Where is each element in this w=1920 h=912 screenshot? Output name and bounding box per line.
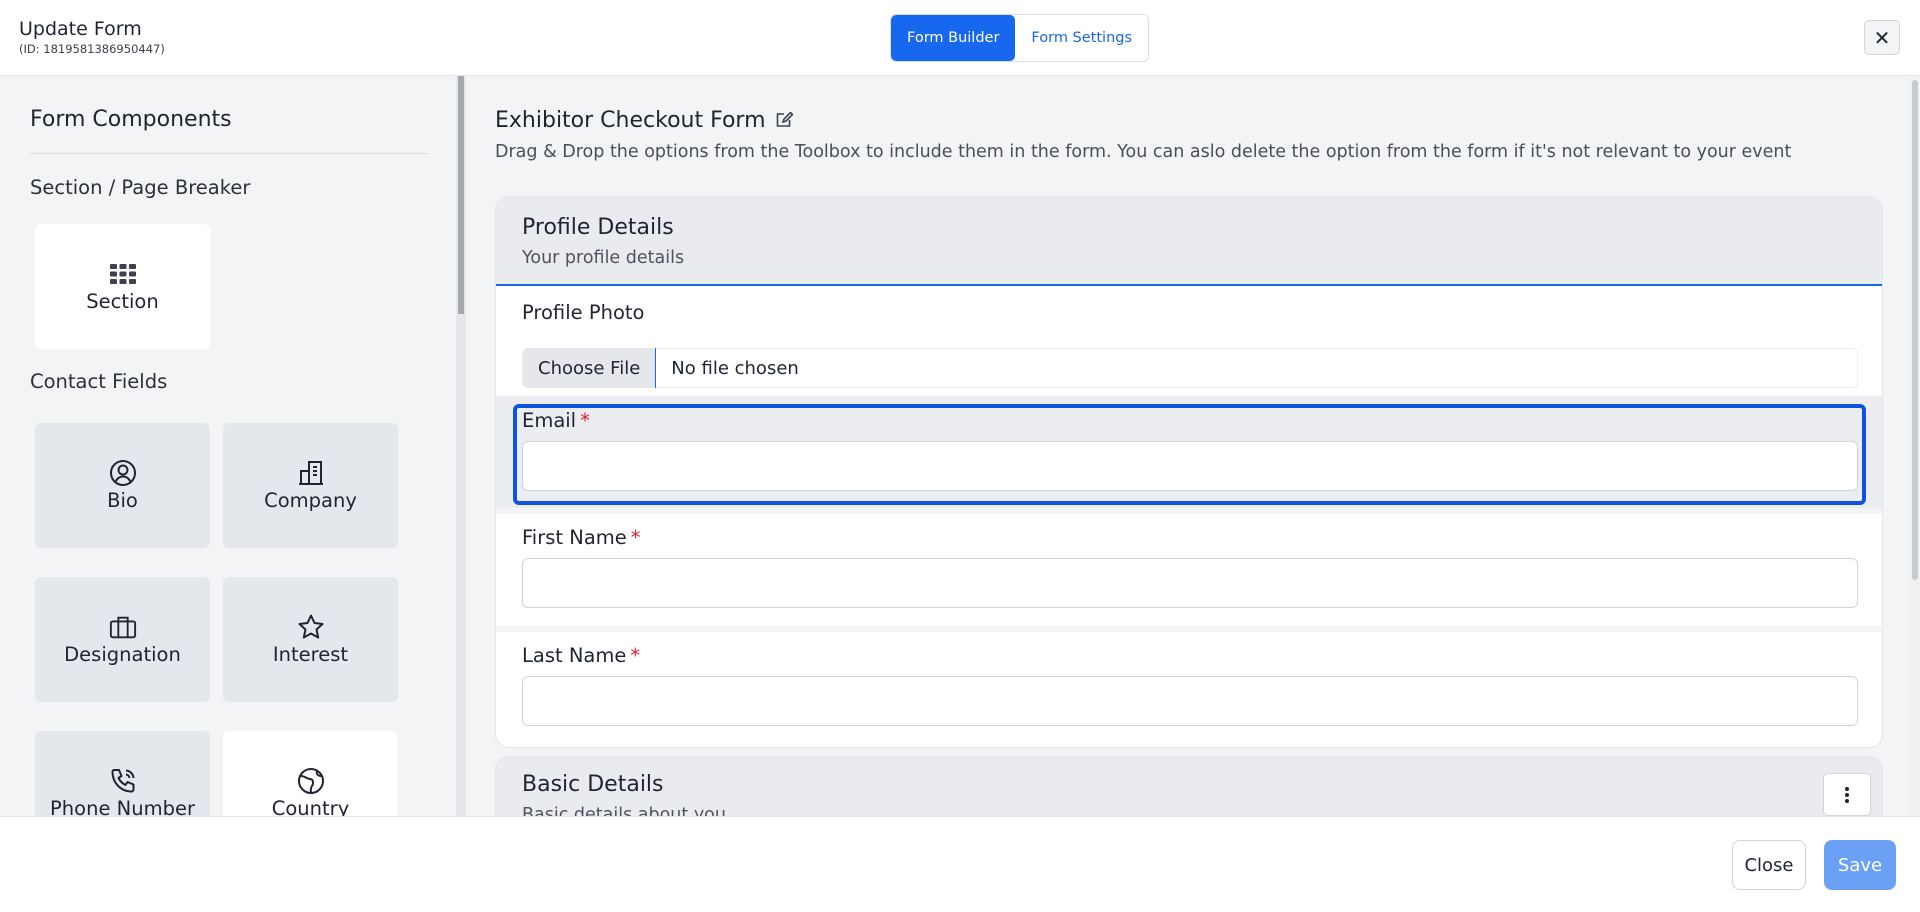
component-label: Country <box>271 797 350 816</box>
field-label-text: Last Name <box>522 644 627 667</box>
required-marker: * <box>580 409 590 432</box>
building-icon <box>297 459 325 487</box>
field-last-name[interactable]: Last Name * <box>496 632 1882 747</box>
title-block: Update Form (ID: 1819581386950447) <box>19 17 165 57</box>
form-description: Drag & Drop the options from the Toolbox… <box>495 142 1792 162</box>
components-sidebar: Form Components Section / Page Breaker S… <box>0 76 460 816</box>
file-status: No file chosen <box>671 357 799 379</box>
section-title: Profile Details <box>522 215 674 240</box>
component-label: Interest <box>272 643 349 666</box>
component-label: Bio <box>107 489 138 512</box>
star-icon <box>297 613 325 641</box>
field-label: Email * <box>522 409 590 432</box>
field-label: First Name * <box>522 526 641 549</box>
page-title: Update Form <box>19 18 142 40</box>
edit-icon[interactable] <box>775 111 794 132</box>
section-profile-details[interactable]: Profile Details Your profile details Pro… <box>495 196 1883 748</box>
briefcase-icon <box>109 613 137 641</box>
last-name-input[interactable] <box>522 676 1858 726</box>
save-button[interactable]: Save <box>1824 840 1896 890</box>
field-first-name[interactable]: First Name * <box>496 514 1882 626</box>
footer-bar: Close Save <box>0 816 1920 912</box>
section-title: Basic Details <box>522 772 664 797</box>
sidebar-title: Form Components <box>30 107 232 132</box>
divider <box>30 153 428 154</box>
main-scrollbar-thumb[interactable] <box>1912 80 1918 580</box>
grid-icon <box>109 260 137 288</box>
tab-group: Form Builder Form Settings <box>890 14 1150 62</box>
form-title-row: Exhibitor Checkout Form <box>495 108 794 133</box>
choose-file-button[interactable]: Choose File <box>523 348 657 388</box>
component-label: Company <box>264 489 357 512</box>
header-bar: Update Form (ID: 1819581386950447) Form … <box>0 0 1920 76</box>
section-header: Profile Details Your profile details <box>496 197 1882 286</box>
tab-form-settings[interactable]: Form Settings <box>1015 15 1149 61</box>
component-country[interactable]: Country <box>223 731 398 816</box>
phone-icon <box>109 767 137 795</box>
globe-icon <box>297 767 325 795</box>
group-label-section: Section / Page Breaker <box>30 176 251 199</box>
field-email-content[interactable]: Email * <box>496 396 1882 508</box>
form-id: (ID: 1819581386950447) <box>19 42 165 56</box>
component-label: Designation <box>64 643 181 666</box>
section-subtitle: Your profile details <box>522 248 685 268</box>
file-input[interactable]: Choose File No file chosen <box>522 348 1858 388</box>
more-options-icon[interactable] <box>1823 773 1871 816</box>
tab-form-builder[interactable]: Form Builder <box>891 15 1016 61</box>
field-profile-photo[interactable]: Profile Photo Choose File No file chosen <box>496 299 1882 391</box>
close-button[interactable]: Close <box>1732 840 1806 890</box>
required-marker: * <box>630 644 641 667</box>
component-interest[interactable]: Interest <box>223 577 398 702</box>
sidebar-scrollbar-thumb[interactable] <box>458 76 464 314</box>
required-marker: * <box>630 526 641 549</box>
component-section[interactable]: Section <box>35 224 210 349</box>
user-circle-icon <box>109 459 137 487</box>
close-icon[interactable]: ✕ <box>1864 20 1900 55</box>
form-title: Exhibitor Checkout Form <box>495 108 766 133</box>
component-company[interactable]: Company <box>223 423 398 548</box>
component-label: Phone Number <box>50 797 195 816</box>
field-label: Profile Photo <box>522 301 645 324</box>
group-label-contact: Contact Fields <box>30 370 168 393</box>
component-label: Section <box>86 290 159 313</box>
field-label-text: Email <box>522 409 577 432</box>
form-canvas: Exhibitor Checkout Form Drag & Drop the … <box>466 76 1920 816</box>
first-name-input[interactable] <box>522 558 1858 608</box>
component-designation[interactable]: Designation <box>35 577 210 702</box>
section-basic-details[interactable]: Basic Details Basic details about you <box>495 756 1883 816</box>
email-input[interactable] <box>522 441 1858 491</box>
field-label: Last Name * <box>522 644 640 667</box>
component-bio[interactable]: Bio <box>35 423 210 548</box>
section-subtitle: Basic details about you <box>522 805 726 816</box>
component-phone-number[interactable]: Phone Number <box>35 731 210 816</box>
field-label-text: First Name <box>522 526 627 549</box>
